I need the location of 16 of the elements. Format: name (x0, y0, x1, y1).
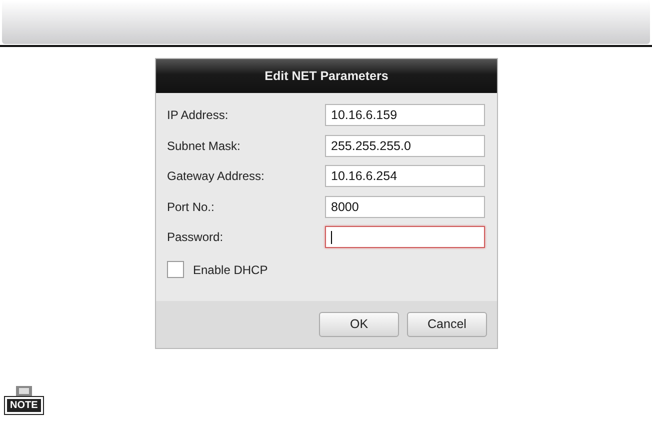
checkbox[interactable] (167, 261, 184, 278)
note-label: NOTE (5, 397, 43, 414)
field-label: Password: (167, 230, 224, 244)
dialog-title: Edit NET Parameters (156, 59, 497, 93)
checkbox-label: Enable DHCP (193, 262, 268, 276)
input-field[interactable]: 10.16.6.254 (325, 165, 485, 188)
field-label: IP Address: (167, 108, 230, 122)
input-field[interactable] (325, 226, 485, 248)
dialog-button[interactable]: Cancel (407, 312, 487, 336)
input-field[interactable]: 255.255.255.0 (325, 134, 485, 157)
input-field[interactable]: 8000 (325, 196, 485, 218)
dialog-button[interactable]: OK (319, 312, 399, 336)
field-label: Port No.: (167, 200, 216, 214)
field-label: Subnet Mask: (167, 138, 242, 153)
field-label: Gateway Address: (167, 169, 266, 184)
input-field[interactable]: 10.16.6.159 (325, 104, 485, 126)
